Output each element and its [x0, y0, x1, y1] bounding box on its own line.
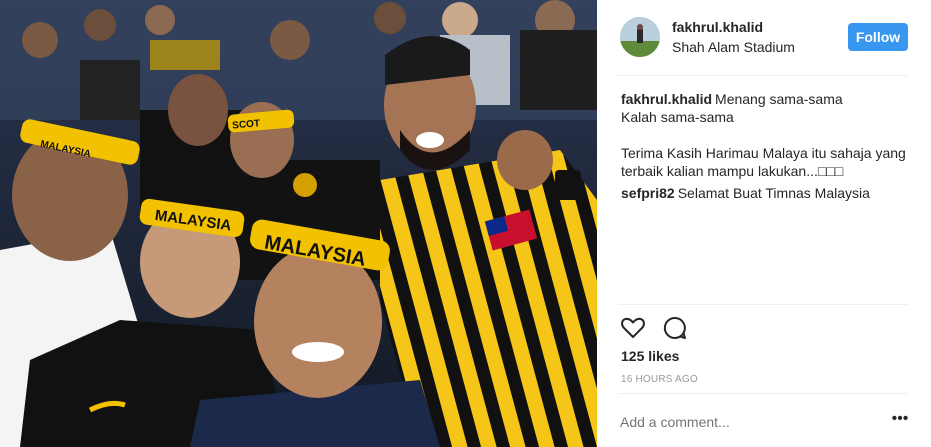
follow-button[interactable]: Follow: [848, 23, 908, 51]
caption-username[interactable]: fakhrul.khalid: [621, 91, 712, 107]
heart-icon[interactable]: [620, 315, 646, 341]
location-link[interactable]: Shah Alam Stadium: [672, 39, 795, 55]
action-bar: [620, 315, 700, 341]
post-photo[interactable]: MALAYSIA MALAYSIA MALAYSIA SCOT: [0, 0, 597, 447]
caption-line-5: terbaik kalian mampu lakukan...□□□: [621, 163, 844, 179]
add-comment-input[interactable]: [620, 413, 870, 431]
post-timestamp[interactable]: 16 HOURS AGO: [621, 374, 698, 385]
comment-username[interactable]: sefpri82: [621, 185, 675, 201]
caption-line-blank: [621, 126, 911, 144]
caption: fakhrul.khalid Menang sama-sama Kalah sam…: [621, 90, 911, 180]
caption-line-1: Menang sama-sama: [715, 91, 843, 107]
post-header: fakhrul.khalid Shah Alam Stadium Follow: [597, 0, 931, 76]
username-link[interactable]: fakhrul.khalid: [672, 19, 763, 35]
comment-box-divider: [618, 393, 908, 394]
caption-line-2: Kalah sama-sama: [621, 109, 734, 125]
post-side-panel: fakhrul.khalid Shah Alam Stadium Follow …: [597, 0, 931, 447]
comment-item: sefpri82 Selamat Buat Timnas Malaysia: [621, 184, 911, 202]
avatar[interactable]: [620, 17, 660, 57]
comment-icon[interactable]: [662, 315, 688, 341]
caption-line-4: Terima Kasih Harimau Malaya itu sahaja y…: [621, 145, 906, 161]
header-divider: [618, 75, 908, 76]
likes-count[interactable]: 125 likes: [621, 348, 679, 364]
comment-text: Selamat Buat Timnas Malaysia: [677, 185, 870, 201]
stadium-selfie-image: MALAYSIA MALAYSIA MALAYSIA SCOT: [0, 0, 597, 447]
more-options-icon[interactable]: •••: [891, 411, 909, 429]
comments-section: fakhrul.khalid Menang sama-sama Kalah sam…: [621, 90, 911, 202]
actions-divider: [618, 304, 908, 305]
